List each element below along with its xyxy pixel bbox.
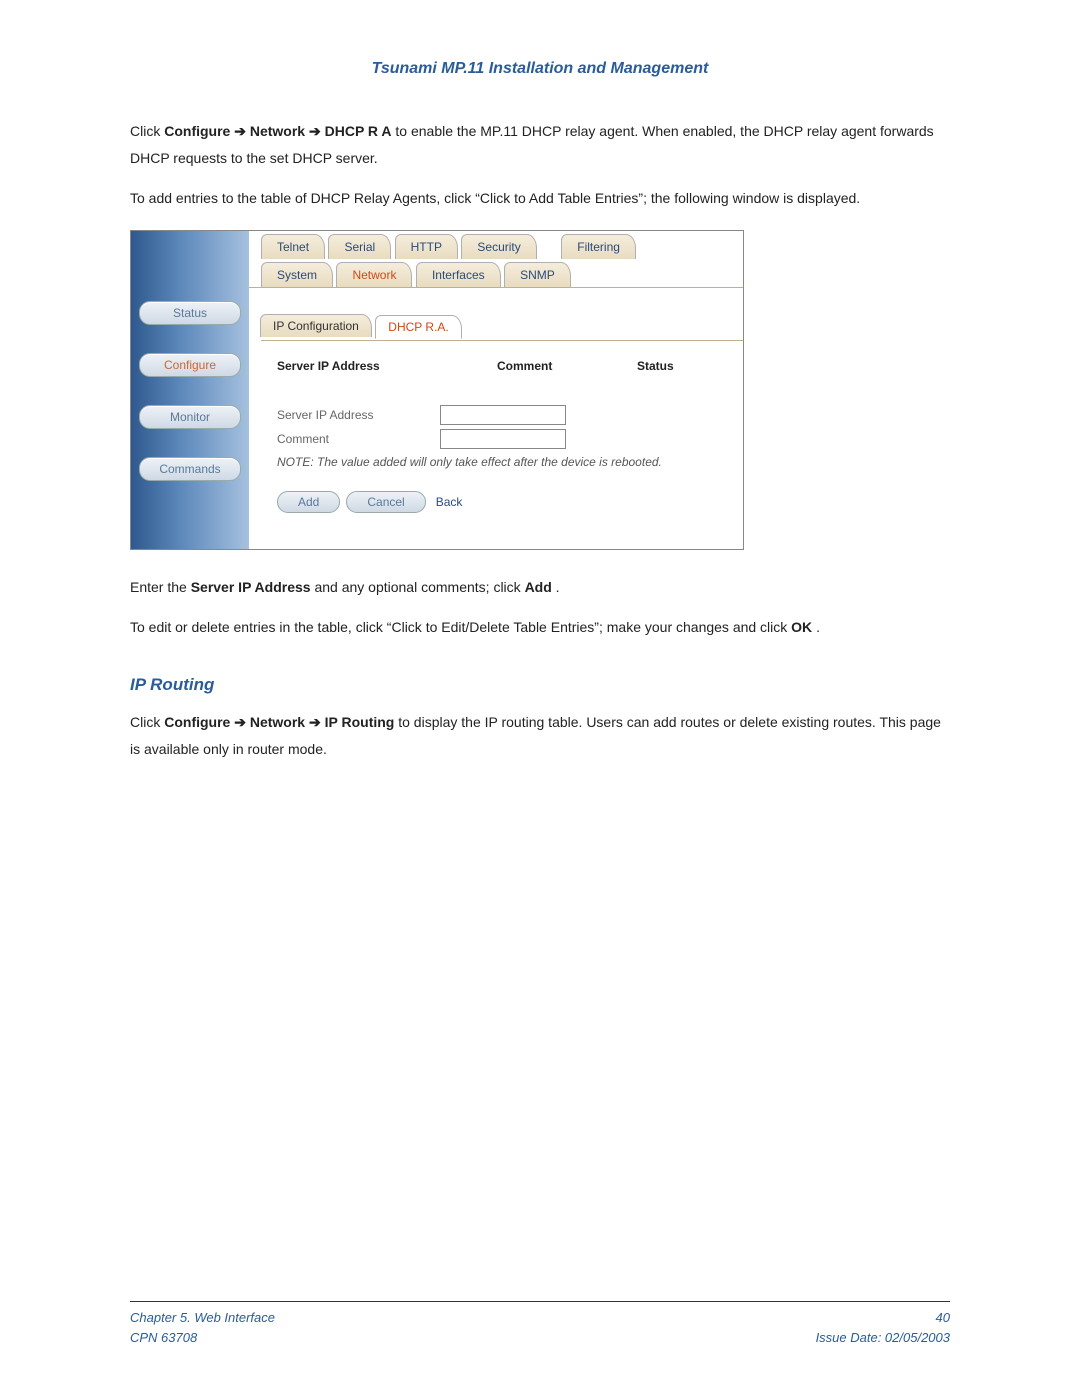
tab-filtering[interactable]: Filtering bbox=[561, 234, 636, 259]
col-comment: Comment bbox=[497, 359, 637, 373]
bold-ok: OK bbox=[791, 619, 812, 635]
sidebar: Status Configure Monitor Commands bbox=[131, 231, 249, 549]
arrow-icon: ➔ bbox=[234, 123, 250, 139]
sidebar-commands-button[interactable]: Commands bbox=[139, 457, 241, 481]
lower-tab-row: System Network Interfaces SNMP bbox=[249, 259, 743, 288]
form-row-comment: Comment bbox=[249, 427, 743, 451]
paragraph-3: Enter the Server IP Address and any opti… bbox=[130, 574, 950, 601]
note-text: NOTE: The value added will only take eff… bbox=[249, 451, 743, 483]
comment-input[interactable] bbox=[440, 429, 566, 449]
sidebar-configure-button[interactable]: Configure bbox=[139, 353, 241, 377]
bold-configure: Configure bbox=[164, 714, 230, 730]
paragraph-1: Click Configure ➔ Network ➔ DHCP R A to … bbox=[130, 118, 950, 171]
bold-server-ip: Server IP Address bbox=[191, 579, 311, 595]
paragraph-5: Click Configure ➔ Network ➔ IP Routing t… bbox=[130, 709, 950, 762]
subtab-dhcp-ra[interactable]: DHCP R.A. bbox=[375, 315, 461, 339]
tab-http[interactable]: HTTP bbox=[395, 234, 458, 259]
embedded-screenshot: Status Configure Monitor Commands Telnet… bbox=[130, 230, 744, 550]
bold-network: Network bbox=[250, 714, 305, 730]
tab-network[interactable]: Network bbox=[336, 262, 412, 287]
table-header: Server IP Address Comment Status bbox=[249, 341, 743, 383]
subtab-ip-configuration[interactable]: IP Configuration bbox=[260, 314, 372, 337]
arrow-icon: ➔ bbox=[309, 123, 325, 139]
tab-telnet[interactable]: Telnet bbox=[261, 234, 325, 259]
tab-system[interactable]: System bbox=[261, 262, 333, 287]
bold-add: Add bbox=[525, 579, 552, 595]
text: Enter the bbox=[130, 579, 191, 595]
paragraph-2: To add entries to the table of DHCP Rela… bbox=[130, 185, 950, 212]
text: Click bbox=[130, 714, 164, 730]
footer-chapter: Chapter 5. Web Interface bbox=[130, 1308, 275, 1328]
form-row-server-ip: Server IP Address bbox=[249, 403, 743, 427]
sidebar-monitor-button[interactable]: Monitor bbox=[139, 405, 241, 429]
col-status: Status bbox=[637, 359, 697, 373]
footer-cpn: CPN 63708 bbox=[130, 1328, 275, 1348]
upper-tab-row: Telnet Serial HTTP Security Filtering bbox=[249, 231, 743, 259]
add-button[interactable]: Add bbox=[277, 491, 340, 513]
cancel-button[interactable]: Cancel bbox=[346, 491, 425, 513]
tab-interfaces[interactable]: Interfaces bbox=[416, 262, 501, 287]
arrow-icon: ➔ bbox=[309, 714, 325, 730]
back-link[interactable]: Back bbox=[436, 495, 463, 509]
sub-tab-row: IP Configuration DHCP R.A. bbox=[261, 314, 743, 341]
text: To edit or delete entries in the table, … bbox=[130, 619, 791, 635]
bold-dhcp-ra: DHCP R A bbox=[325, 123, 392, 139]
server-ip-input[interactable] bbox=[440, 405, 566, 425]
footer-page: 40 bbox=[816, 1308, 950, 1328]
content-pane: Telnet Serial HTTP Security Filtering Sy… bbox=[249, 231, 743, 549]
bold-ip-routing: IP Routing bbox=[325, 714, 395, 730]
tab-snmp[interactable]: SNMP bbox=[504, 262, 571, 287]
tab-security[interactable]: Security bbox=[461, 234, 536, 259]
footer-right: 40 Issue Date: 02/05/2003 bbox=[816, 1308, 950, 1347]
bold-network: Network bbox=[250, 123, 305, 139]
doc-title: Tsunami MP.11 Installation and Managemen… bbox=[130, 60, 950, 78]
sidebar-status-button[interactable]: Status bbox=[139, 301, 241, 325]
footer-issue: Issue Date: 02/05/2003 bbox=[816, 1328, 950, 1348]
arrow-icon: ➔ bbox=[234, 714, 250, 730]
text: Click bbox=[130, 123, 164, 139]
col-server-ip: Server IP Address bbox=[277, 359, 497, 373]
button-row: Add Cancel Back bbox=[249, 483, 743, 531]
text: . bbox=[816, 619, 820, 635]
heading-ip-routing: IP Routing bbox=[130, 675, 950, 695]
footer-left: Chapter 5. Web Interface CPN 63708 bbox=[130, 1308, 275, 1347]
tab-serial[interactable]: Serial bbox=[328, 234, 391, 259]
text: . bbox=[556, 579, 560, 595]
page-footer: Chapter 5. Web Interface CPN 63708 40 Is… bbox=[130, 1301, 950, 1347]
text: and any optional comments; click bbox=[314, 579, 524, 595]
bold-configure: Configure bbox=[164, 123, 230, 139]
paragraph-4: To edit or delete entries in the table, … bbox=[130, 614, 950, 641]
comment-label: Comment bbox=[277, 432, 437, 446]
server-ip-label: Server IP Address bbox=[277, 408, 437, 422]
